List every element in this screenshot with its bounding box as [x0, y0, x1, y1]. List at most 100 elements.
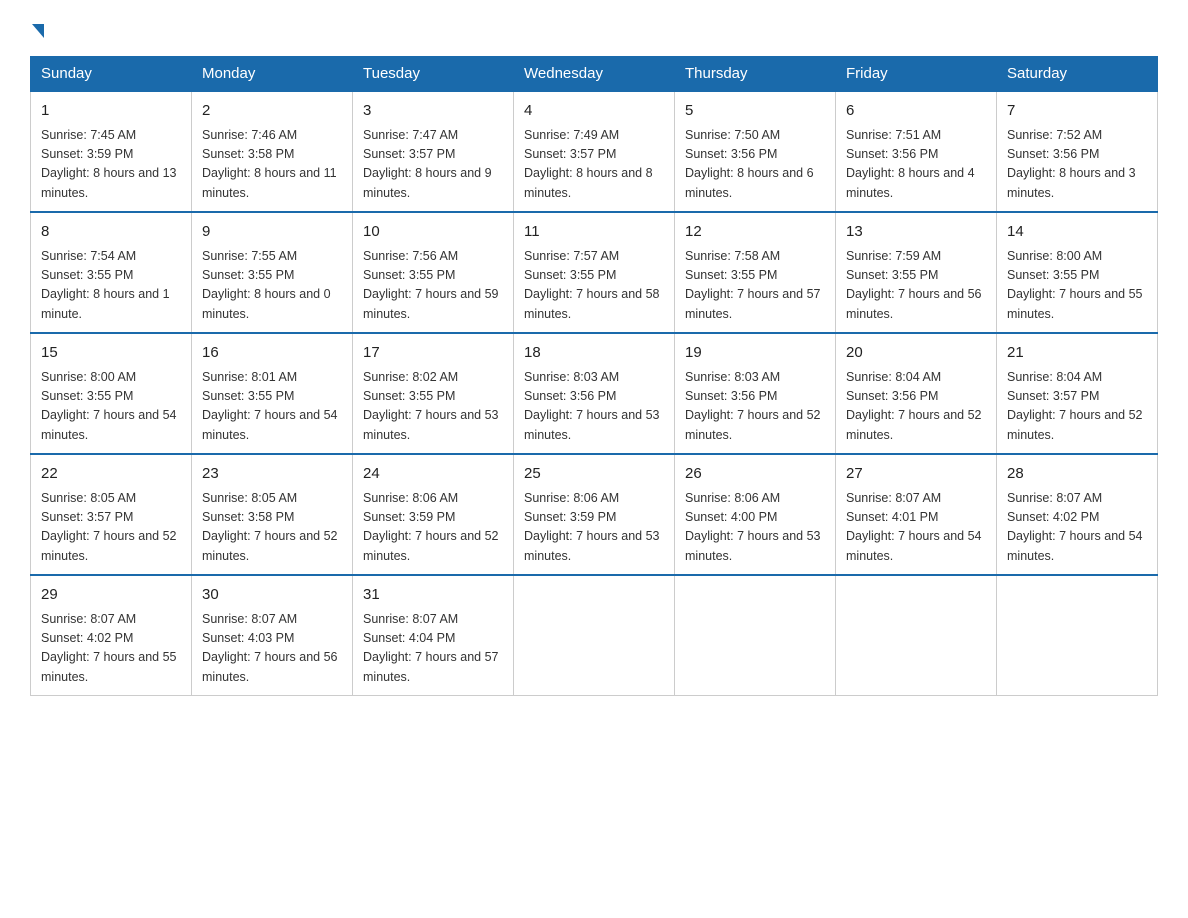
- calendar-week-row: 29 Sunrise: 8:07 AMSunset: 4:02 PMDayligh…: [31, 575, 1158, 696]
- day-number: 1: [41, 100, 181, 123]
- day-number: 12: [685, 221, 825, 244]
- day-info: Sunrise: 8:06 AMSunset: 4:00 PMDaylight:…: [685, 489, 825, 567]
- calendar-table: SundayMondayTuesdayWednesdayThursdayFrid…: [30, 56, 1158, 696]
- calendar-cell: 12 Sunrise: 7:58 AMSunset: 3:55 PMDayligh…: [675, 212, 836, 333]
- day-info: Sunrise: 8:06 AMSunset: 3:59 PMDaylight:…: [524, 489, 664, 567]
- calendar-cell: 28 Sunrise: 8:07 AMSunset: 4:02 PMDayligh…: [997, 454, 1158, 575]
- day-info: Sunrise: 8:07 AMSunset: 4:02 PMDaylight:…: [41, 610, 181, 688]
- day-number: 2: [202, 100, 342, 123]
- day-info: Sunrise: 8:03 AMSunset: 3:56 PMDaylight:…: [524, 368, 664, 446]
- calendar-cell: 21 Sunrise: 8:04 AMSunset: 3:57 PMDayligh…: [997, 333, 1158, 454]
- day-info: Sunrise: 7:52 AMSunset: 3:56 PMDaylight:…: [1007, 126, 1147, 204]
- logo: [30, 20, 44, 38]
- calendar-cell: 4Sunrise: 7:49 AMSunset: 3:57 PMDaylight…: [514, 91, 675, 212]
- logo-arrow-icon: [32, 24, 44, 38]
- calendar-week-row: 1 Sunrise: 7:45 AMSunset: 3:59 PMDaylight…: [31, 91, 1158, 212]
- col-header-wednesday: Wednesday: [514, 57, 675, 92]
- calendar-cell: 14 Sunrise: 8:00 AMSunset: 3:55 PMDayligh…: [997, 212, 1158, 333]
- col-header-sunday: Sunday: [31, 57, 192, 92]
- day-info: Sunrise: 7:56 AMSunset: 3:55 PMDaylight:…: [363, 247, 503, 325]
- calendar-cell: 1 Sunrise: 7:45 AMSunset: 3:59 PMDaylight…: [31, 91, 192, 212]
- day-number: 15: [41, 342, 181, 365]
- day-number: 22: [41, 463, 181, 486]
- day-info: Sunrise: 7:45 AMSunset: 3:59 PMDaylight:…: [41, 126, 181, 204]
- calendar-cell: 23Sunrise: 8:05 AMSunset: 3:58 PMDayligh…: [192, 454, 353, 575]
- calendar-cell: 27 Sunrise: 8:07 AMSunset: 4:01 PMDayligh…: [836, 454, 997, 575]
- day-info: Sunrise: 8:05 AMSunset: 3:57 PMDaylight:…: [41, 489, 181, 567]
- calendar-cell: 26Sunrise: 8:06 AMSunset: 4:00 PMDayligh…: [675, 454, 836, 575]
- day-info: Sunrise: 8:05 AMSunset: 3:58 PMDaylight:…: [202, 489, 342, 567]
- calendar-cell: 8 Sunrise: 7:54 AMSunset: 3:55 PMDaylight…: [31, 212, 192, 333]
- day-number: 17: [363, 342, 503, 365]
- day-info: Sunrise: 7:51 AMSunset: 3:56 PMDaylight:…: [846, 126, 986, 204]
- day-info: Sunrise: 7:58 AMSunset: 3:55 PMDaylight:…: [685, 247, 825, 325]
- day-info: Sunrise: 7:55 AMSunset: 3:55 PMDaylight:…: [202, 247, 342, 325]
- day-info: Sunrise: 7:47 AMSunset: 3:57 PMDaylight:…: [363, 126, 503, 204]
- day-info: Sunrise: 7:46 AMSunset: 3:58 PMDaylight:…: [202, 126, 342, 204]
- calendar-cell: 18 Sunrise: 8:03 AMSunset: 3:56 PMDayligh…: [514, 333, 675, 454]
- day-number: 20: [846, 342, 986, 365]
- calendar-cell: 6 Sunrise: 7:51 AMSunset: 3:56 PMDaylight…: [836, 91, 997, 212]
- day-info: Sunrise: 8:07 AMSunset: 4:03 PMDaylight:…: [202, 610, 342, 688]
- calendar-cell: 16Sunrise: 8:01 AMSunset: 3:55 PMDayligh…: [192, 333, 353, 454]
- col-header-thursday: Thursday: [675, 57, 836, 92]
- calendar-cell: 11Sunrise: 7:57 AMSunset: 3:55 PMDayligh…: [514, 212, 675, 333]
- day-number: 14: [1007, 221, 1147, 244]
- day-number: 21: [1007, 342, 1147, 365]
- day-number: 3: [363, 100, 503, 123]
- day-number: 5: [685, 100, 825, 123]
- day-info: Sunrise: 7:50 AMSunset: 3:56 PMDaylight:…: [685, 126, 825, 204]
- day-number: 28: [1007, 463, 1147, 486]
- day-info: Sunrise: 8:00 AMSunset: 3:55 PMDaylight:…: [1007, 247, 1147, 325]
- day-number: 18: [524, 342, 664, 365]
- day-info: Sunrise: 8:04 AMSunset: 3:57 PMDaylight:…: [1007, 368, 1147, 446]
- day-info: Sunrise: 7:59 AMSunset: 3:55 PMDaylight:…: [846, 247, 986, 325]
- calendar-cell: 3 Sunrise: 7:47 AMSunset: 3:57 PMDaylight…: [353, 91, 514, 212]
- calendar-cell: 25 Sunrise: 8:06 AMSunset: 3:59 PMDayligh…: [514, 454, 675, 575]
- day-info: Sunrise: 8:07 AMSunset: 4:01 PMDaylight:…: [846, 489, 986, 567]
- day-number: 31: [363, 584, 503, 607]
- calendar-cell: 29 Sunrise: 8:07 AMSunset: 4:02 PMDayligh…: [31, 575, 192, 696]
- calendar-cell: 22 Sunrise: 8:05 AMSunset: 3:57 PMDayligh…: [31, 454, 192, 575]
- calendar-cell: 31 Sunrise: 8:07 AMSunset: 4:04 PMDayligh…: [353, 575, 514, 696]
- day-number: 9: [202, 221, 342, 244]
- calendar-cell: 7Sunrise: 7:52 AMSunset: 3:56 PMDaylight…: [997, 91, 1158, 212]
- calendar-cell: [675, 575, 836, 696]
- col-header-monday: Monday: [192, 57, 353, 92]
- day-number: 29: [41, 584, 181, 607]
- calendar-cell: 20 Sunrise: 8:04 AMSunset: 3:56 PMDayligh…: [836, 333, 997, 454]
- day-info: Sunrise: 8:06 AMSunset: 3:59 PMDaylight:…: [363, 489, 503, 567]
- day-number: 11: [524, 221, 664, 244]
- day-number: 25: [524, 463, 664, 486]
- day-info: Sunrise: 8:07 AMSunset: 4:04 PMDaylight:…: [363, 610, 503, 688]
- day-number: 4: [524, 100, 664, 123]
- day-info: Sunrise: 8:03 AMSunset: 3:56 PMDaylight:…: [685, 368, 825, 446]
- calendar-cell: [514, 575, 675, 696]
- calendar-cell: 9 Sunrise: 7:55 AMSunset: 3:55 PMDaylight…: [192, 212, 353, 333]
- day-number: 27: [846, 463, 986, 486]
- calendar-cell: 17Sunrise: 8:02 AMSunset: 3:55 PMDayligh…: [353, 333, 514, 454]
- day-number: 24: [363, 463, 503, 486]
- calendar-cell: 5 Sunrise: 7:50 AMSunset: 3:56 PMDaylight…: [675, 91, 836, 212]
- day-info: Sunrise: 7:54 AMSunset: 3:55 PMDaylight:…: [41, 247, 181, 325]
- day-number: 8: [41, 221, 181, 244]
- calendar-week-row: 15Sunrise: 8:00 AMSunset: 3:55 PMDayligh…: [31, 333, 1158, 454]
- day-number: 13: [846, 221, 986, 244]
- page-header: [30, 20, 1158, 38]
- day-info: Sunrise: 8:04 AMSunset: 3:56 PMDaylight:…: [846, 368, 986, 446]
- calendar-cell: 13 Sunrise: 7:59 AMSunset: 3:55 PMDayligh…: [836, 212, 997, 333]
- day-info: Sunrise: 8:07 AMSunset: 4:02 PMDaylight:…: [1007, 489, 1147, 567]
- calendar-week-row: 22 Sunrise: 8:05 AMSunset: 3:57 PMDayligh…: [31, 454, 1158, 575]
- calendar-cell: 30Sunrise: 8:07 AMSunset: 4:03 PMDayligh…: [192, 575, 353, 696]
- day-number: 6: [846, 100, 986, 123]
- calendar-cell: 2 Sunrise: 7:46 AMSunset: 3:58 PMDaylight…: [192, 91, 353, 212]
- calendar-week-row: 8 Sunrise: 7:54 AMSunset: 3:55 PMDaylight…: [31, 212, 1158, 333]
- day-number: 16: [202, 342, 342, 365]
- day-number: 10: [363, 221, 503, 244]
- calendar-cell: [836, 575, 997, 696]
- col-header-friday: Friday: [836, 57, 997, 92]
- col-header-tuesday: Tuesday: [353, 57, 514, 92]
- col-header-saturday: Saturday: [997, 57, 1158, 92]
- calendar-cell: [997, 575, 1158, 696]
- calendar-cell: 15Sunrise: 8:00 AMSunset: 3:55 PMDayligh…: [31, 333, 192, 454]
